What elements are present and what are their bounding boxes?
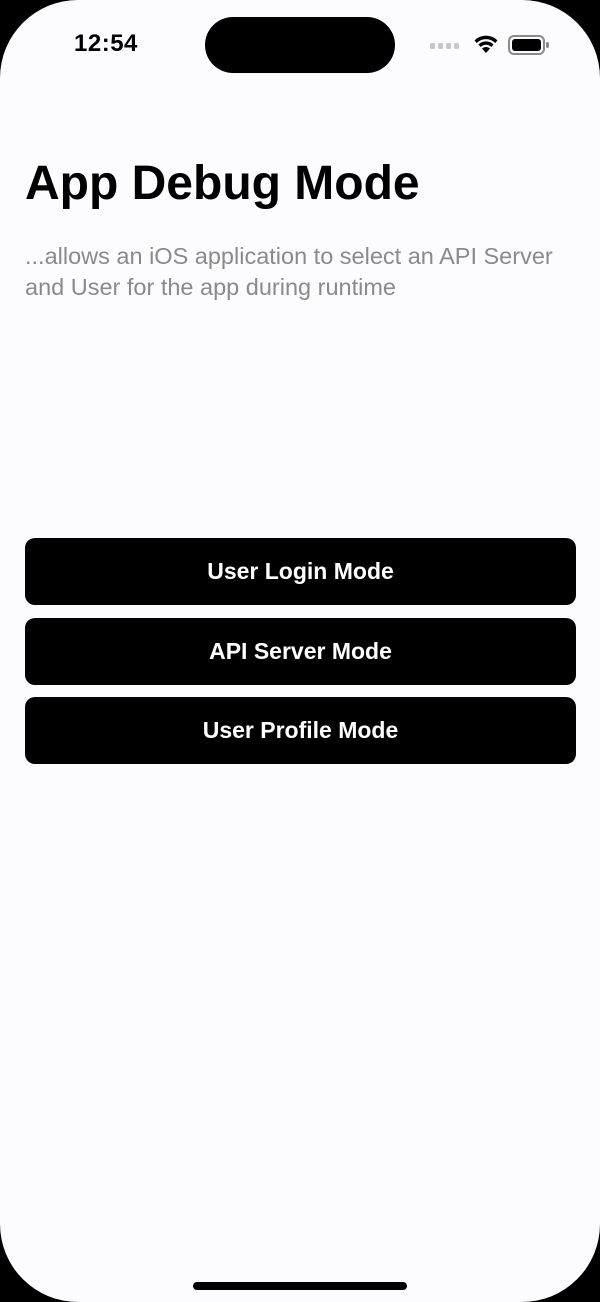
- user-login-mode-button[interactable]: User Login Mode: [25, 538, 576, 605]
- user-profile-mode-button[interactable]: User Profile Mode: [25, 697, 576, 764]
- api-server-mode-button[interactable]: API Server Mode: [25, 618, 576, 685]
- app-screen: 12:54 App Debug Mode ...allows an iOS ap…: [0, 0, 600, 1302]
- dynamic-island: [205, 17, 395, 73]
- status-time: 12:54: [74, 30, 138, 57]
- wifi-icon: [474, 35, 498, 53]
- page-title: App Debug Mode: [25, 157, 420, 210]
- home-indicator[interactable]: [193, 1282, 407, 1290]
- battery-icon: [508, 35, 549, 55]
- signal-icon: [430, 43, 459, 49]
- status-indicators: [430, 33, 550, 57]
- page-subtitle: ...allows an iOS application to select a…: [25, 243, 553, 300]
